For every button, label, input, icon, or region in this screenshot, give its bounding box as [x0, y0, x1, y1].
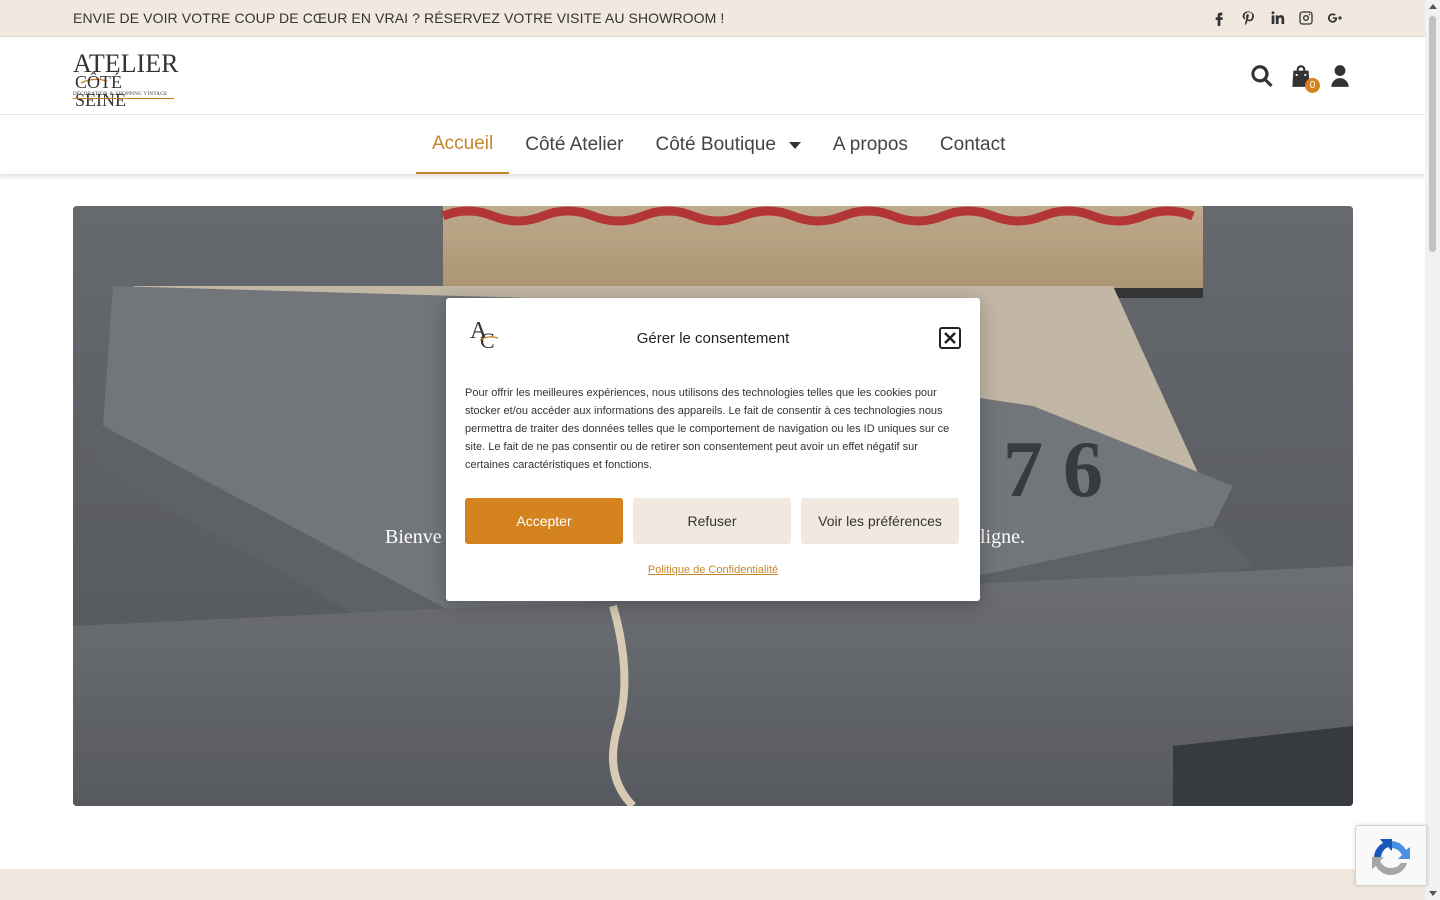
site-logo[interactable]: ATELIER CÔTÉ SEINE DÉCORATION & SHOPPING… [73, 51, 178, 109]
announcement-text: ENVIE DE VOIR VOTRE COUP DE CŒUR EN VRAI… [73, 10, 725, 26]
scroll-thumb[interactable] [1429, 16, 1436, 252]
page-scrollbar[interactable] [1425, 0, 1440, 900]
site-header: ATELIER CÔTÉ SEINE DÉCORATION & SHOPPING… [0, 37, 1425, 115]
social-links [1210, 9, 1343, 26]
hero-text-left: Bienve [385, 526, 442, 548]
accept-button[interactable]: Accepter [465, 498, 623, 544]
search-icon[interactable] [1249, 63, 1275, 89]
consent-modal: A C Gérer le consentement Pour offrir le… [446, 298, 980, 601]
close-button[interactable] [939, 327, 961, 349]
user-icon[interactable] [1327, 63, 1353, 89]
refuse-button[interactable]: Refuser [633, 498, 791, 544]
modal-title: Gérer le consentement [636, 330, 790, 347]
main-nav: Accueil Côté Atelier Côté Boutique A pro… [0, 116, 1425, 174]
cart-icon[interactable]: 0 [1288, 63, 1320, 93]
nav-item-label: Côté Boutique [655, 134, 776, 155]
nav-item-cote-boutique[interactable]: Côté Boutique [639, 116, 816, 174]
scroll-up-icon[interactable] [1429, 4, 1437, 9]
nav-item-accueil[interactable]: Accueil [416, 116, 510, 174]
nav-item-cote-atelier[interactable]: Côté Atelier [509, 116, 639, 174]
logo-underline [73, 98, 174, 99]
consent-description: Pour offrir les meilleures expériences, … [465, 387, 950, 471]
google-plus-icon[interactable] [1326, 9, 1343, 26]
nav-item-a-propos[interactable]: A propos [817, 116, 924, 174]
logo-tagline: DÉCORATION & SHOPPING VINTAGE [73, 92, 168, 97]
caret-down-icon [788, 141, 801, 149]
recaptcha-badge[interactable] [1355, 825, 1427, 886]
pinterest-icon[interactable] [1239, 9, 1256, 26]
nav-item-contact[interactable]: Contact [924, 116, 1021, 174]
cart-count-badge: 0 [1305, 78, 1320, 93]
instagram-icon[interactable] [1297, 9, 1314, 26]
consent-buttons: Accepter Refuser Voir les préférences [465, 498, 959, 544]
logo-line2: CÔTÉ SEINE [75, 72, 126, 110]
privacy-policy-link[interactable]: Politique de Confidentialité [446, 564, 980, 576]
linkedin-icon[interactable] [1268, 9, 1285, 26]
recaptcha-icon [1372, 839, 1410, 875]
announcement-bar: ENVIE DE VOIR VOTRE COUP DE CŒUR EN VRAI… [0, 0, 1425, 37]
header-actions: 0 [1249, 63, 1353, 93]
footer-band [0, 869, 1425, 900]
scroll-down-icon[interactable] [1429, 891, 1437, 896]
close-icon [944, 332, 956, 344]
preferences-button[interactable]: Voir les préférences [801, 498, 959, 544]
facebook-icon[interactable] [1210, 9, 1227, 26]
